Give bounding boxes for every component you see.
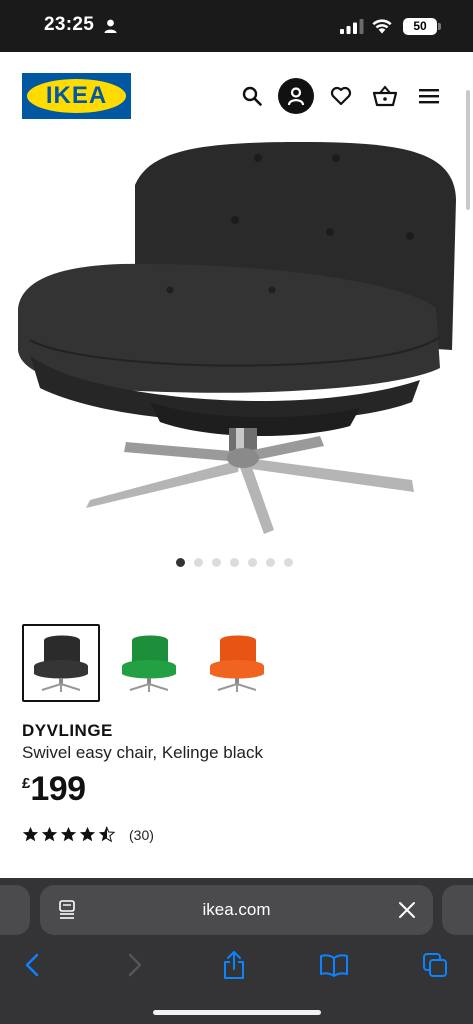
variant-black[interactable] bbox=[22, 624, 100, 702]
basket-button[interactable] bbox=[370, 78, 400, 114]
bookmarks-button[interactable] bbox=[319, 950, 349, 980]
home-indicator[interactable] bbox=[153, 1010, 321, 1015]
url-text[interactable]: ikea.com bbox=[40, 900, 433, 920]
star-full-icon bbox=[41, 826, 58, 842]
review-count[interactable]: (30) bbox=[129, 827, 154, 843]
page-scrollbar[interactable] bbox=[466, 90, 470, 210]
book-icon bbox=[320, 954, 348, 977]
account-button[interactable] bbox=[278, 78, 314, 114]
previous-tab-preview[interactable] bbox=[0, 885, 30, 935]
battery-cap bbox=[438, 23, 441, 30]
carousel-dot[interactable] bbox=[176, 558, 185, 567]
star-full-icon bbox=[60, 826, 77, 842]
user-icon bbox=[287, 87, 305, 106]
heart-icon bbox=[330, 86, 352, 106]
battery-indicator: 50 bbox=[403, 18, 437, 35]
status-bar: 23:25 50 bbox=[0, 0, 473, 52]
address-bar[interactable]: ikea.com bbox=[40, 885, 433, 935]
colour-variants bbox=[22, 624, 276, 702]
share-icon bbox=[224, 951, 244, 979]
image-carousel-dots bbox=[176, 558, 293, 568]
browser-bar: ikea.com bbox=[0, 878, 473, 1024]
browser-toolbar bbox=[0, 946, 473, 982]
variant-orange[interactable] bbox=[198, 624, 276, 702]
person-icon bbox=[104, 19, 117, 33]
product-description: Swivel easy chair, Kelinge black bbox=[22, 743, 263, 762]
variant-green[interactable] bbox=[110, 624, 188, 702]
product-name[interactable]: DYVLINGE bbox=[22, 721, 113, 741]
forward-button[interactable] bbox=[120, 950, 150, 980]
tabs-button[interactable] bbox=[420, 950, 450, 980]
search-button[interactable] bbox=[238, 78, 266, 114]
cellular-signal-icon bbox=[340, 19, 364, 34]
tabs-icon bbox=[423, 953, 447, 977]
back-button[interactable] bbox=[17, 950, 47, 980]
status-time: 23:25 bbox=[44, 14, 95, 35]
share-button[interactable] bbox=[219, 950, 249, 980]
price-amount: 199 bbox=[30, 770, 86, 808]
chevron-right-icon bbox=[128, 953, 142, 977]
carousel-dot[interactable] bbox=[230, 558, 239, 567]
close-icon[interactable] bbox=[398, 901, 416, 919]
product-price: £199 bbox=[22, 770, 86, 809]
carousel-dot[interactable] bbox=[248, 558, 257, 567]
carousel-dot[interactable] bbox=[284, 558, 293, 567]
price-currency: £ bbox=[22, 775, 31, 792]
chair-thumbnail-icon bbox=[210, 635, 264, 692]
ikea-logo[interactable]: IKEA bbox=[22, 73, 131, 119]
star-full-icon bbox=[79, 826, 96, 842]
chair-thumbnail-icon bbox=[34, 635, 88, 692]
site-header: IKEA bbox=[0, 52, 473, 140]
carousel-dot[interactable] bbox=[266, 558, 275, 567]
menu-button[interactable] bbox=[414, 78, 444, 114]
search-icon bbox=[242, 86, 262, 106]
wifi-icon bbox=[372, 19, 392, 34]
logo-text: IKEA bbox=[45, 82, 108, 109]
favourites-button[interactable] bbox=[326, 78, 356, 114]
basket-icon bbox=[373, 85, 397, 107]
star-full-icon bbox=[22, 826, 39, 842]
logo-oval: IKEA bbox=[27, 79, 126, 113]
menu-icon bbox=[419, 89, 439, 104]
chair-thumbnail-icon bbox=[122, 635, 176, 692]
product-rating[interactable]: (30) bbox=[22, 826, 154, 843]
carousel-dot[interactable] bbox=[194, 558, 203, 567]
carousel-dot[interactable] bbox=[212, 558, 221, 567]
product-image[interactable] bbox=[0, 140, 466, 550]
next-tab-preview[interactable] bbox=[442, 885, 473, 935]
chevron-left-icon bbox=[25, 953, 39, 977]
star-half-icon bbox=[98, 826, 115, 843]
